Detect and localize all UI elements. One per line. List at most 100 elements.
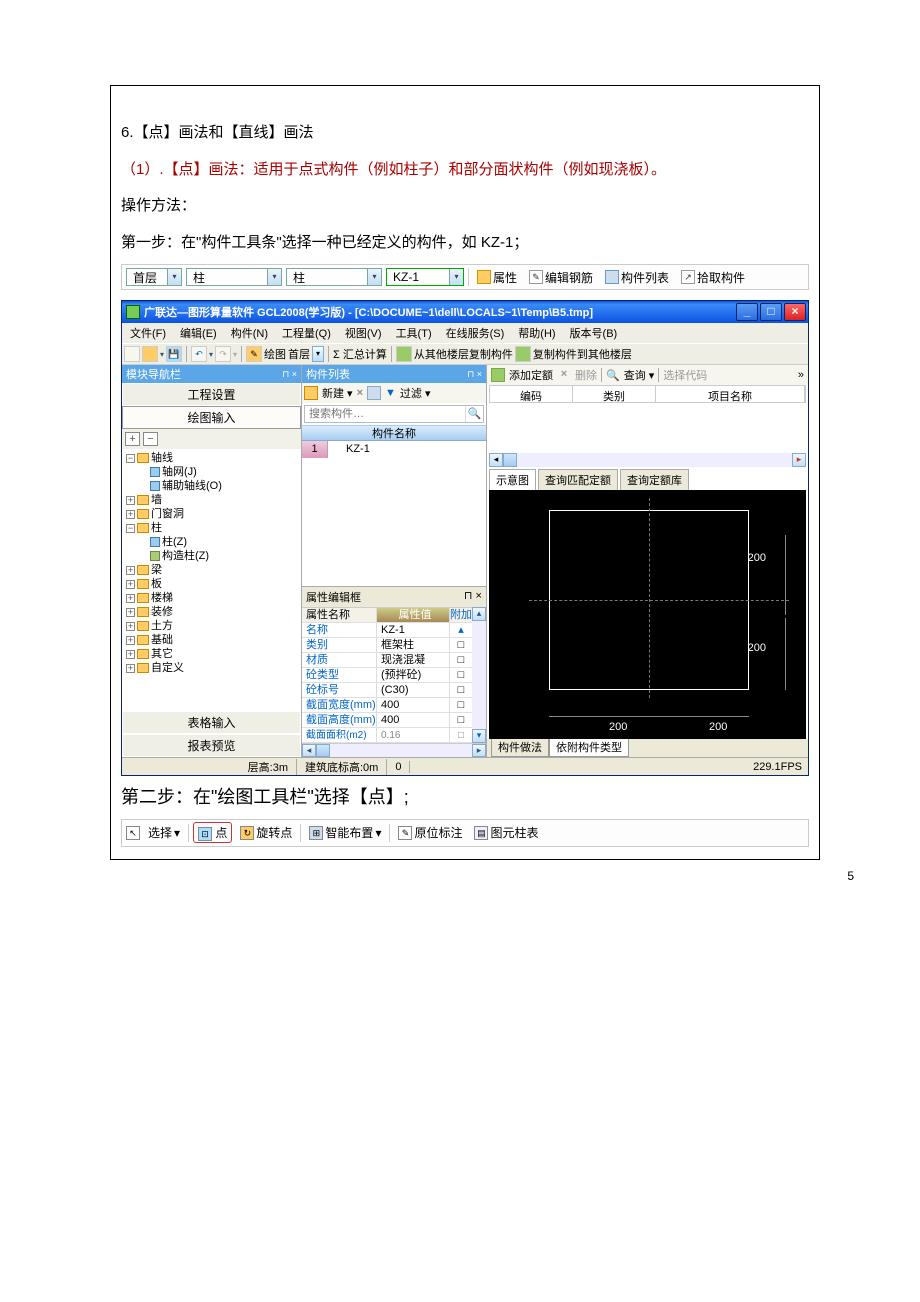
- filter-icon[interactable]: ▼: [385, 387, 396, 399]
- btn-sum[interactable]: Σ 汇总计算: [333, 346, 387, 362]
- prop-value[interactable]: 框架柱: [377, 638, 450, 652]
- btn-rotate[interactable]: ↻旋转点: [236, 824, 296, 841]
- prop-check[interactable]: □: [450, 698, 472, 712]
- prop-check[interactable]: □: [450, 683, 472, 697]
- tree-toggle[interactable]: +: [126, 566, 135, 575]
- btab-method[interactable]: 构件做法: [491, 737, 549, 757]
- tree-toggle[interactable]: +: [126, 510, 135, 519]
- tab-lib[interactable]: 查询定额库: [620, 469, 689, 490]
- search-input[interactable]: [305, 406, 465, 422]
- tree-toggle[interactable]: −: [126, 454, 135, 463]
- tree-wall[interactable]: 墙: [151, 494, 162, 506]
- tree-col[interactable]: 柱: [151, 522, 162, 534]
- col-code[interactable]: 编码: [490, 386, 573, 402]
- prop-value[interactable]: 400: [377, 698, 450, 712]
- tab-match[interactable]: 查询匹配定额: [538, 469, 618, 490]
- menu-tool[interactable]: 工具(T): [396, 325, 432, 341]
- close-button[interactable]: ×: [784, 303, 806, 321]
- btn-table[interactable]: ▤图元柱表: [470, 824, 542, 841]
- nav-tab-settings[interactable]: 工程设置: [122, 383, 301, 406]
- panel-pin-icon[interactable]: ⊓ ×: [282, 369, 297, 380]
- menu-ver[interactable]: 版本号(B): [570, 325, 618, 341]
- tree-toggle[interactable]: +: [126, 664, 135, 673]
- tree-axis[interactable]: 轴线: [151, 452, 173, 464]
- tree-toggle[interactable]: −: [126, 524, 135, 533]
- nav-tab-report[interactable]: 报表预览: [122, 734, 301, 757]
- prop-check[interactable]: □: [450, 653, 472, 667]
- combo-cat1[interactable]: 柱▾: [186, 268, 282, 286]
- tree-toggle[interactable]: +: [126, 608, 135, 617]
- prop-value[interactable]: 现浇混凝: [377, 653, 450, 667]
- chevron-down-icon[interactable]: ▾: [449, 269, 463, 285]
- btn-delete[interactable]: 删除: [575, 367, 597, 383]
- prop-col-extra[interactable]: 附加▴: [450, 608, 472, 622]
- combo-floor[interactable]: 首层▾: [126, 268, 182, 286]
- draw-icon[interactable]: ✎: [246, 346, 262, 362]
- prop-check[interactable]: □: [450, 668, 472, 682]
- overflow-icon[interactable]: »: [798, 369, 804, 381]
- btn-copyfrom[interactable]: 从其他楼层复制构件: [414, 346, 513, 362]
- tree-col-gz[interactable]: 构造柱(Z): [162, 550, 209, 562]
- prop-value[interactable]: (C30): [377, 683, 450, 697]
- btn-draw[interactable]: 绘图: [264, 346, 286, 362]
- maximize-button[interactable]: □: [760, 303, 782, 321]
- menu-edit[interactable]: 编辑(E): [180, 325, 217, 341]
- btn-rebar[interactable]: ✎编辑钢筋: [525, 269, 597, 286]
- prop-value[interactable]: KZ-1: [377, 623, 450, 637]
- tree-aux[interactable]: 辅助轴线(O): [162, 480, 222, 492]
- tree-door[interactable]: 门窗洞: [151, 508, 184, 520]
- panel-pin-icon[interactable]: ⊓ ×: [464, 589, 482, 605]
- col-name[interactable]: 项目名称: [656, 386, 805, 402]
- btn-origin[interactable]: ✎原位标注: [394, 824, 466, 841]
- btab-attach[interactable]: 依附构件类型: [549, 737, 629, 757]
- prop-check[interactable]: □: [450, 728, 472, 742]
- vscrollbar[interactable]: ▴▾: [472, 607, 486, 743]
- btn-code[interactable]: 选择代码: [663, 367, 707, 383]
- save-icon[interactable]: 💾: [166, 346, 182, 362]
- tree-beam[interactable]: 梁: [151, 564, 162, 576]
- prop-check[interactable]: □: [450, 638, 472, 652]
- tree-toggle[interactable]: +: [126, 636, 135, 645]
- btn-filter[interactable]: 过滤 ▾: [400, 385, 431, 401]
- menu-file[interactable]: 文件(F): [130, 325, 166, 341]
- tree-other[interactable]: 其它: [151, 648, 173, 660]
- expand-all-button[interactable]: +: [125, 432, 140, 446]
- delete-icon[interactable]: ×: [357, 387, 363, 399]
- tree-slab[interactable]: 板: [151, 578, 162, 590]
- tab-diagram[interactable]: 示意图: [489, 469, 536, 490]
- copy-icon[interactable]: [367, 386, 381, 400]
- nav-tab-draw[interactable]: 绘图输入: [122, 406, 301, 429]
- menu-online[interactable]: 在线服务(S): [446, 325, 505, 341]
- btn-query[interactable]: 查询 ▾: [624, 367, 655, 383]
- col-cat[interactable]: 类别: [573, 386, 656, 402]
- btn-smart[interactable]: ⊞智能布置 ▾: [305, 824, 385, 841]
- btn-copyto[interactable]: 复制构件到其他楼层: [533, 346, 632, 362]
- tree-col-z[interactable]: 柱(Z): [162, 536, 187, 548]
- prop-value[interactable]: 0.16: [377, 728, 450, 742]
- btn-point[interactable]: ⊡ 点: [193, 822, 232, 843]
- btn-select[interactable]: 选择 ▾: [144, 824, 184, 841]
- tree-stair[interactable]: 楼梯: [151, 592, 173, 604]
- collapse-all-button[interactable]: −: [143, 432, 158, 446]
- tree-found[interactable]: 基础: [151, 634, 173, 646]
- prop-check[interactable]: [450, 623, 472, 637]
- chevron-down-icon[interactable]: ▾: [167, 269, 181, 285]
- tree-grid[interactable]: 轴网(J): [162, 466, 197, 478]
- tree-toggle[interactable]: +: [126, 580, 135, 589]
- delete-icon[interactable]: ×: [557, 368, 571, 382]
- open-icon[interactable]: [142, 346, 158, 362]
- btn-list[interactable]: 构件列表: [601, 269, 673, 286]
- btn-props[interactable]: 属性: [473, 269, 521, 286]
- btn-add-quota[interactable]: 添加定额: [509, 367, 553, 383]
- menu-view[interactable]: 视图(V): [345, 325, 382, 341]
- menu-qty[interactable]: 工程量(Q): [282, 325, 331, 341]
- prop-value[interactable]: (预拌砼): [377, 668, 450, 682]
- chevron-down-icon[interactable]: ▾: [367, 269, 381, 285]
- prop-value[interactable]: 400: [377, 713, 450, 727]
- search-box[interactable]: 🔍: [304, 405, 484, 423]
- tree-toggle[interactable]: +: [126, 594, 135, 603]
- nav-tab-table[interactable]: 表格输入: [122, 711, 301, 734]
- combo-cat2[interactable]: 柱▾: [286, 268, 382, 286]
- hscrollbar[interactable]: ◂▸: [302, 743, 486, 757]
- chevron-down-icon[interactable]: ▾: [267, 269, 281, 285]
